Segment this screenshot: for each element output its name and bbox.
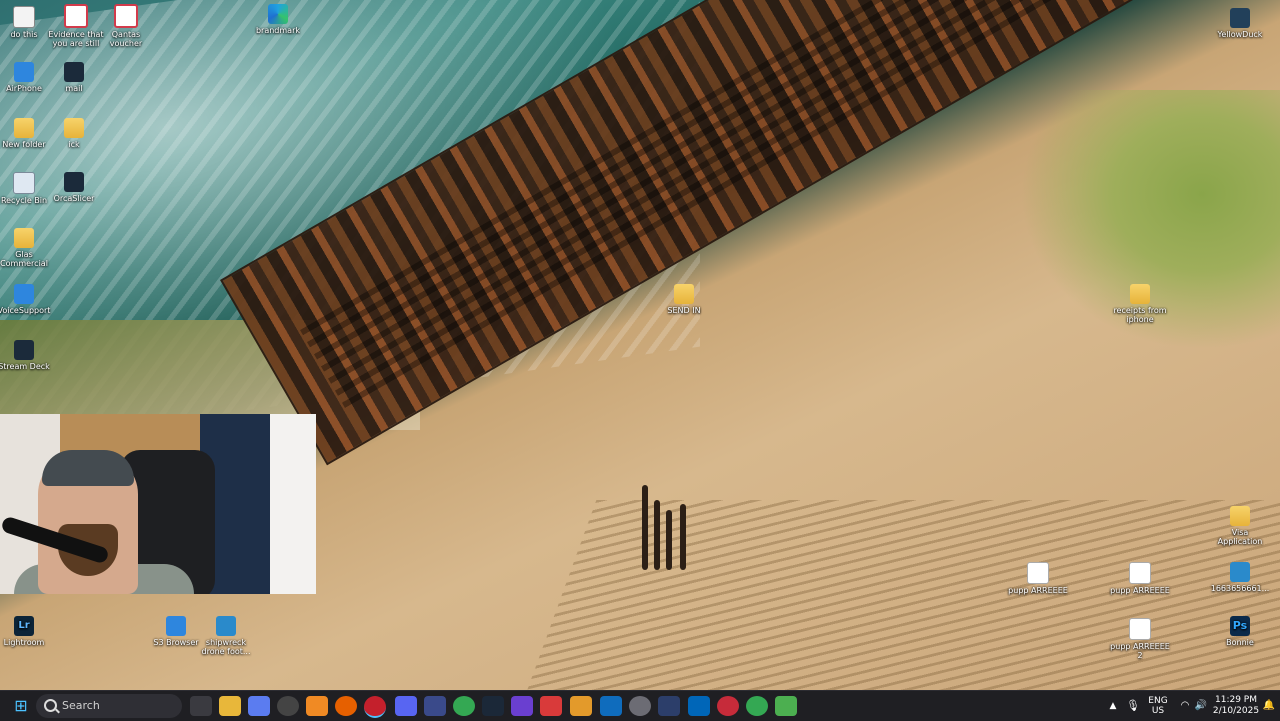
desktop-icon-pupp-arreeee-2[interactable]: pupp ARREEEE 2 <box>1110 618 1170 660</box>
vlc-icon[interactable] <box>306 696 328 716</box>
app-icon <box>14 62 34 82</box>
outlook-icon[interactable] <box>600 696 622 716</box>
opera-icon <box>114 4 138 28</box>
desktop-icon-image-file[interactable]: 1663656661... <box>1210 562 1270 593</box>
notepad-icon[interactable] <box>775 696 797 716</box>
volume-icon[interactable]: 🔊 <box>1194 696 1208 716</box>
app-icon <box>14 284 34 304</box>
clock[interactable]: 11:29 PM 2/10/2025 <box>1212 695 1260 717</box>
obs-icon[interactable] <box>277 696 299 716</box>
opera-icon[interactable] <box>364 696 386 718</box>
desktop-icon-voicesupport[interactable]: VoiceSupport <box>0 284 54 315</box>
desktop-icon-lightroom[interactable]: Lr Lightroom <box>0 616 54 647</box>
chevron-up-icon[interactable]: ▲ <box>1106 696 1120 716</box>
desktop-icon-brandmark[interactable]: brandmark <box>248 4 308 35</box>
stream-deck-icon <box>14 340 34 360</box>
app-icon[interactable] <box>511 696 533 716</box>
document-icon <box>1129 618 1151 640</box>
folder-icon <box>674 284 694 304</box>
document-icon <box>1027 562 1049 584</box>
desktop-icon-shipwreck-drone-footage[interactable]: shipwreck drone foot... <box>196 616 256 656</box>
webcam-overlay <box>0 414 316 594</box>
language-indicator[interactable]: ENG US <box>1144 696 1172 716</box>
microphone-icon[interactable]: 🎙 <box>1126 696 1140 716</box>
app-icon[interactable] <box>658 696 680 716</box>
document-icon <box>1129 562 1151 584</box>
discord-icon[interactable] <box>395 696 417 716</box>
desktop-icon-receipts-from-iphone[interactable]: receipts from iphone <box>1110 284 1170 324</box>
webcam-person-cap <box>42 450 134 486</box>
desktop-icon-orcaslicer[interactable]: OrcaSlicer <box>44 172 104 203</box>
copilot-icon[interactable] <box>248 696 270 716</box>
desktop-icon-stream-deck[interactable]: Stream Deck <box>0 340 54 371</box>
file-explorer-icon[interactable] <box>219 696 241 716</box>
recycle-bin-icon <box>13 172 35 194</box>
wallpaper-tire-tracks <box>523 500 1280 690</box>
photoshop-icon: Ps <box>1230 616 1250 636</box>
app-icon <box>166 616 186 636</box>
app-icon[interactable] <box>540 696 562 716</box>
desktop-icon-ick[interactable]: ick <box>44 118 104 149</box>
app-icon[interactable] <box>629 696 651 716</box>
app-icon <box>64 172 84 192</box>
vscode-icon[interactable] <box>688 696 710 716</box>
folder-icon <box>1230 506 1250 526</box>
folder-icon <box>64 118 84 138</box>
taskbar: ⊞ Search ▲ 🎙 ENG US ◠ 🔊 11:29 PM 2/10/20… <box>0 690 1280 721</box>
firefox-icon[interactable] <box>335 696 357 716</box>
task-view-icon[interactable] <box>190 696 212 716</box>
windows-start-icon[interactable]: ⊞ <box>10 696 32 716</box>
steam-icon[interactable] <box>482 696 504 716</box>
notification-bell-icon[interactable]: 🔔 <box>1262 696 1276 716</box>
image-icon <box>1230 562 1250 582</box>
folder-icon <box>1130 284 1150 304</box>
search-icon <box>44 699 57 712</box>
file-icon <box>13 6 35 28</box>
app-icon <box>64 62 84 82</box>
chrome-icon[interactable] <box>453 696 475 716</box>
wallpaper-people-shadows <box>640 480 690 570</box>
app-icon[interactable] <box>717 696 739 716</box>
desktop-icon-yellowduck[interactable]: YellowDuck <box>1210 8 1270 39</box>
app-icon <box>1230 8 1250 28</box>
chrome-icon[interactable] <box>746 696 768 716</box>
desktop-icon-pupp-arreeee[interactable]: pupp ARREEEE <box>1008 562 1068 595</box>
edge-icon <box>268 4 288 24</box>
desktop-icon-pupp-arreeee-video[interactable]: pupp ARREEEE <box>1110 562 1170 595</box>
wifi-icon[interactable]: ◠ <box>1178 696 1192 716</box>
app-icon[interactable] <box>570 696 592 716</box>
folder-icon <box>14 228 34 248</box>
desktop-icon-qantas-voucher[interactable]: Qantas voucher <box>96 4 156 48</box>
desktop-icon-send-in[interactable]: SEND IN <box>654 284 714 315</box>
folder-icon <box>14 118 34 138</box>
desktop-icon-bonnie[interactable]: Ps Bonnie <box>1210 616 1270 647</box>
app-icon[interactable] <box>424 696 446 716</box>
desktop-icon-glas-commercial[interactable]: Glas Commercial <box>0 228 54 268</box>
desktop-icon-visa-application[interactable]: Visa Application <box>1210 506 1270 546</box>
video-icon <box>216 616 236 636</box>
opera-icon <box>64 4 88 28</box>
desktop-icon-mail[interactable]: mail <box>44 62 104 93</box>
taskbar-search[interactable]: Search <box>36 694 182 718</box>
lightroom-icon: Lr <box>14 616 34 636</box>
